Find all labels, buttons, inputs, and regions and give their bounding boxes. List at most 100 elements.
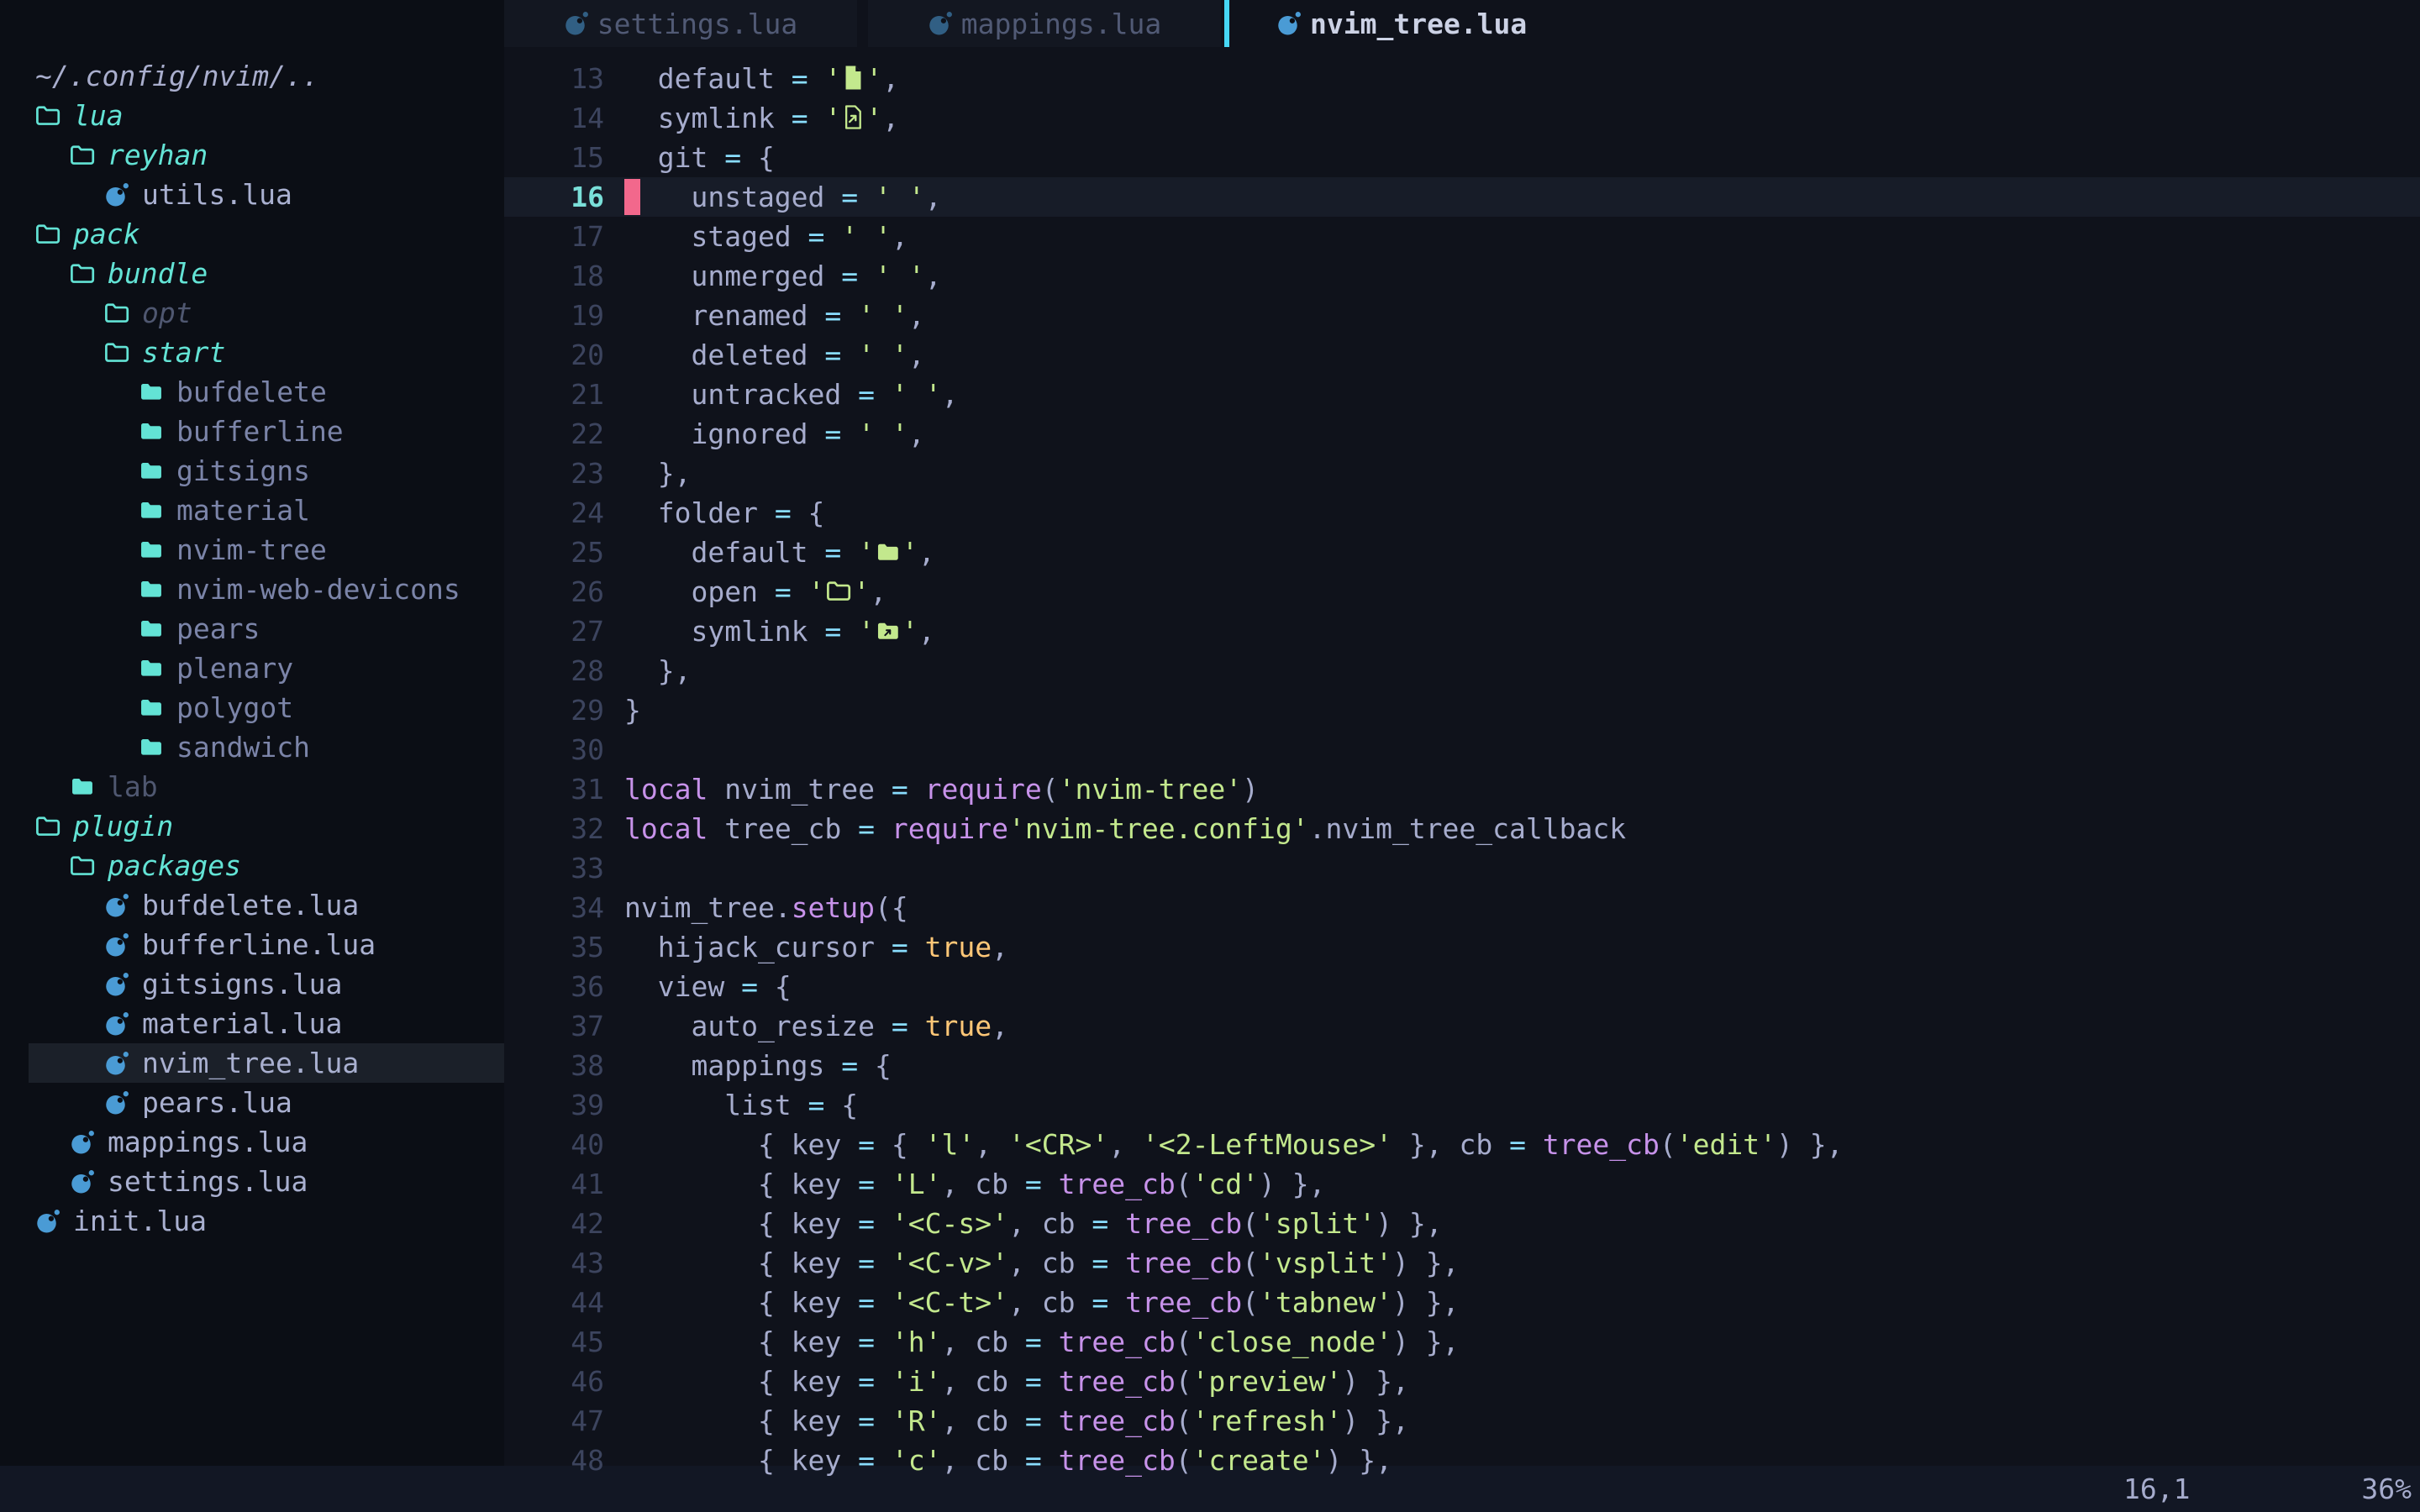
- code-text: deleted = '',: [604, 339, 925, 371]
- code-line-22[interactable]: 22 ignored = '',: [504, 414, 2420, 454]
- tree-item-settings.lua[interactable]: settings.lua: [0, 1162, 504, 1201]
- tree-item-material[interactable]: material: [0, 491, 504, 530]
- code-line-14[interactable]: 14 symlink = '',: [504, 98, 2420, 138]
- code-text: staged = '',: [604, 220, 908, 253]
- tree-root-path[interactable]: ~/.config/nvim/..: [0, 56, 504, 96]
- token-op: =: [892, 931, 908, 963]
- code-line-47[interactable]: 47 { key = 'R', cb = tree_cb('refresh') …: [504, 1401, 2420, 1441]
- tab-nvim-tree-lua[interactable]: nvim_tree.lua: [1229, 0, 1527, 47]
- code-line-41[interactable]: 41 { key = 'L', cb = tree_cb('cd') },: [504, 1164, 2420, 1204]
- code-line-34[interactable]: 34nvim_tree.setup({: [504, 888, 2420, 927]
- tree-item-label: bufdelete: [176, 375, 327, 408]
- tree-item-bundle[interactable]: bundle: [0, 254, 504, 293]
- token-op: =: [824, 615, 841, 648]
- token-id: , cb: [942, 1444, 1025, 1477]
- token-id: ,: [992, 931, 1008, 963]
- token-id: [1042, 1444, 1059, 1477]
- tree-item-gitsigns[interactable]: gitsigns: [0, 451, 504, 491]
- code-line-19[interactable]: 19 renamed = '',: [504, 296, 2420, 335]
- tree-item-material.lua[interactable]: material.lua: [0, 1004, 504, 1043]
- tree-item-bufferline[interactable]: bufferline: [0, 412, 504, 451]
- code-line-39[interactable]: 39 list = {: [504, 1085, 2420, 1125]
- code-line-21[interactable]: 21 untracked = '',: [504, 375, 2420, 414]
- tree-item-packages[interactable]: packages: [0, 846, 504, 885]
- tree-item-bufdelete[interactable]: bufdelete: [0, 372, 504, 412]
- code-line-23[interactable]: 23 },: [504, 454, 2420, 493]
- tree-item-start[interactable]: start: [0, 333, 504, 372]
- tree-item-lab[interactable]: lab: [0, 767, 504, 806]
- tree-item-bufferline.lua[interactable]: bufferline.lua: [0, 925, 504, 964]
- code-line-24[interactable]: 24 folder = {: [504, 493, 2420, 533]
- code-line-28[interactable]: 28 },: [504, 651, 2420, 690]
- tree-item-label: gitsigns.lua: [142, 968, 342, 1000]
- code-line-31[interactable]: 31local nvim_tree = require('nvim-tree'): [504, 769, 2420, 809]
- code-line-29[interactable]: 29}: [504, 690, 2420, 730]
- code-line-32[interactable]: 32local tree_cb = require'nvim-tree.conf…: [504, 809, 2420, 848]
- code-line-37[interactable]: 37 auto_resize = true,: [504, 1006, 2420, 1046]
- token-id: , cb: [942, 1168, 1025, 1200]
- code-line-46[interactable]: 46 { key = 'i', cb = tree_cb('preview') …: [504, 1362, 2420, 1401]
- tree-item-gitsigns.lua[interactable]: gitsigns.lua: [0, 964, 504, 1004]
- code-line-40[interactable]: 40 { key = { 'l', '<CR>', '<2-LeftMouse>…: [504, 1125, 2420, 1164]
- code-line-27[interactable]: 27 symlink = '',: [504, 612, 2420, 651]
- token-id: .nvim_tree_callback: [1309, 812, 1627, 845]
- tab-mappings-lua[interactable]: mappings.lua: [868, 0, 1221, 47]
- code-line-17[interactable]: 17 staged = '',: [504, 217, 2420, 256]
- lua-file-icon: [1276, 11, 1302, 36]
- tree-item-init.lua[interactable]: init.lua: [0, 1201, 504, 1241]
- token-str: 'create': [1192, 1444, 1326, 1477]
- code-line-20[interactable]: 20 deleted = '',: [504, 335, 2420, 375]
- tree-item-nvim-tree[interactable]: nvim-tree: [0, 530, 504, 570]
- code-line-36[interactable]: 36 view = {: [504, 967, 2420, 1006]
- tree-item-nvim_tree.lua[interactable]: nvim_tree.lua: [0, 1043, 504, 1083]
- code-text: auto_resize = true,: [604, 1010, 1008, 1042]
- code-text: renamed = '',: [604, 299, 925, 332]
- code-line-13[interactable]: 13 default = '',: [504, 59, 2420, 98]
- token-str: '<C-v>': [892, 1247, 1008, 1279]
- token-str: ': [824, 62, 841, 95]
- code-line-16[interactable]: 16 unstaged = '',: [504, 177, 2420, 217]
- line-number: 13: [504, 59, 604, 98]
- token-str: ': [865, 62, 882, 95]
- code-line-30[interactable]: 30: [504, 730, 2420, 769]
- tree-item-pears.lua[interactable]: pears.lua: [0, 1083, 504, 1122]
- tree-item-pears[interactable]: pears: [0, 609, 504, 648]
- tree-item-bufdelete.lua[interactable]: bufdelete.lua: [0, 885, 504, 925]
- token-kw: require: [875, 812, 1008, 845]
- token-id: nvim_tree: [708, 773, 892, 806]
- token-op: =: [1509, 1128, 1526, 1161]
- folder-closed-icon: [139, 539, 164, 560]
- tree-item-pack[interactable]: pack: [0, 214, 504, 254]
- code-text: open = '',: [604, 575, 886, 608]
- code-line-18[interactable]: 18 unmerged = '',: [504, 256, 2420, 296]
- code-text: },: [604, 654, 691, 687]
- tree-item-reyhan[interactable]: reyhan: [0, 135, 504, 175]
- token-op: =: [824, 536, 841, 569]
- tree-item-mappings.lua[interactable]: mappings.lua: [0, 1122, 504, 1162]
- token-id: (: [1176, 1168, 1192, 1200]
- tree-item-sandwich[interactable]: sandwich: [0, 727, 504, 767]
- code-line-33[interactable]: 33: [504, 848, 2420, 888]
- tree-item-plenary[interactable]: plenary: [0, 648, 504, 688]
- token-id: ) },: [1376, 1207, 1442, 1240]
- code-line-45[interactable]: 45 { key = 'h', cb = tree_cb('close_node…: [504, 1322, 2420, 1362]
- tree-item-polygot[interactable]: polygot: [0, 688, 504, 727]
- code-line-15[interactable]: 15 git = {: [504, 138, 2420, 177]
- code-line-26[interactable]: 26 open = '',: [504, 572, 2420, 612]
- token-id: ) },: [1342, 1365, 1408, 1398]
- tree-item-utils.lua[interactable]: utils.lua: [0, 175, 504, 214]
- tree-item-opt[interactable]: opt: [0, 293, 504, 333]
- token-id: [1042, 1326, 1059, 1358]
- tree-item-lua[interactable]: lua: [0, 96, 504, 135]
- code-line-38[interactable]: 38 mappings = {: [504, 1046, 2420, 1085]
- code-line-25[interactable]: 25 default = '',: [504, 533, 2420, 572]
- code-line-44[interactable]: 44 { key = '<C-t>', cb = tree_cb('tabnew…: [504, 1283, 2420, 1322]
- tree-item-plugin[interactable]: plugin: [0, 806, 504, 846]
- folder-closed-icon: [139, 381, 164, 402]
- tab-settings-lua[interactable]: settings.lua: [504, 0, 857, 47]
- code-line-43[interactable]: 43 { key = '<C-v>', cb = tree_cb('vsplit…: [504, 1243, 2420, 1283]
- code-line-35[interactable]: 35 hijack_cursor = true,: [504, 927, 2420, 967]
- tree-item-nvim-web-devicons[interactable]: nvim-web-devicons: [0, 570, 504, 609]
- code-line-42[interactable]: 42 { key = '<C-s>', cb = tree_cb('split'…: [504, 1204, 2420, 1243]
- code-text: mappings = {: [604, 1049, 892, 1082]
